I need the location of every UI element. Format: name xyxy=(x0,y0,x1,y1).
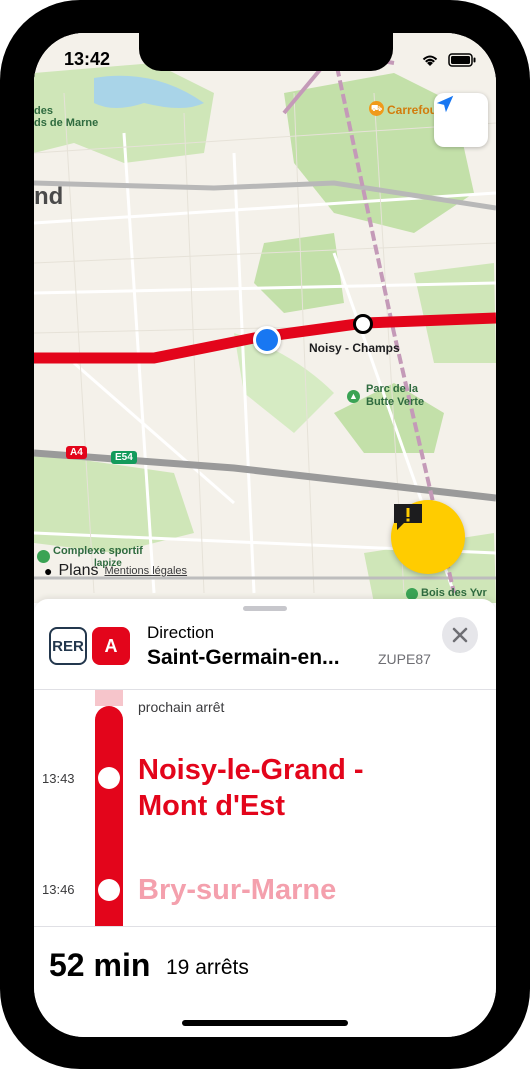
status-time: 13:42 xyxy=(64,49,111,69)
stop-name-line1[interactable]: Noisy-le-Grand - xyxy=(138,752,364,788)
trip-sheet: RER A Direction Saint-Germain-en... ZUPE… xyxy=(34,599,496,1037)
trip-stops-count: 19 arrêts xyxy=(166,956,249,979)
stop-time: 13:46 xyxy=(42,882,75,897)
marne-label-1: des xyxy=(34,105,53,117)
report-alert-icon xyxy=(394,504,422,530)
line-bar-past xyxy=(95,690,123,706)
a4-shield: A4 xyxy=(66,446,87,459)
screen: Noisy - Champs ▲ Parc de la Butte Verte … xyxy=(34,33,496,1037)
battery-icon xyxy=(448,53,476,67)
home-indicator[interactable] xyxy=(182,1020,348,1026)
marne-label-2: ds de Marne xyxy=(34,117,99,129)
bois-label[interactable]: Bois des Yvr xyxy=(421,587,487,599)
wifi-icon xyxy=(422,55,438,66)
summary-divider xyxy=(34,926,496,927)
sheet-grabber[interactable] xyxy=(243,606,287,611)
direction-label: Direction xyxy=(147,623,215,642)
station-label[interactable]: Noisy - Champs xyxy=(309,341,400,355)
line-a-badge: A xyxy=(92,627,130,665)
station-marker[interactable] xyxy=(353,314,373,334)
stop-dot xyxy=(98,879,120,901)
stop-time: 13:43 xyxy=(42,771,75,786)
maps-brand: Plans xyxy=(58,562,99,579)
next-stop-label: prochain arrêt xyxy=(138,699,225,715)
direction-value: Saint-Germain-en... xyxy=(147,646,340,669)
legal-link[interactable]: Mentions légales xyxy=(105,565,188,577)
mission-code: ZUPE87 xyxy=(378,651,431,667)
rer-badge: RER xyxy=(49,627,87,665)
maps-attribution: ● Plans Mentions légales xyxy=(44,562,187,580)
e54-shield: E54 xyxy=(111,451,137,464)
location-button[interactable] xyxy=(434,93,488,147)
user-location-dot xyxy=(253,326,281,354)
stop-name[interactable]: Bry-sur-Marne xyxy=(138,872,336,908)
park-pin: ▲ xyxy=(347,390,360,403)
stop-dot xyxy=(98,767,120,789)
report-alert-button[interactable] xyxy=(391,500,465,574)
status-icons xyxy=(420,53,476,67)
park-label[interactable]: Parc de la Butte Verte xyxy=(366,383,446,409)
map-view[interactable]: Noisy - Champs ▲ Parc de la Butte Verte … xyxy=(34,33,496,603)
cart-icon: ⛟ xyxy=(369,101,384,116)
close-icon xyxy=(452,627,468,643)
notch xyxy=(139,33,393,71)
town-label: nd xyxy=(34,183,64,210)
stop-name-line2[interactable]: Mont d'Est xyxy=(138,788,285,824)
phone-frame: Noisy - Champs ▲ Parc de la Butte Verte … xyxy=(0,0,530,1069)
trip-duration: 52 min xyxy=(49,947,151,983)
sport-label-1[interactable]: Complexe sportif xyxy=(53,545,143,557)
location-arrow-icon xyxy=(436,95,454,113)
close-button[interactable] xyxy=(442,617,478,653)
apple-icon: ● xyxy=(44,563,53,579)
